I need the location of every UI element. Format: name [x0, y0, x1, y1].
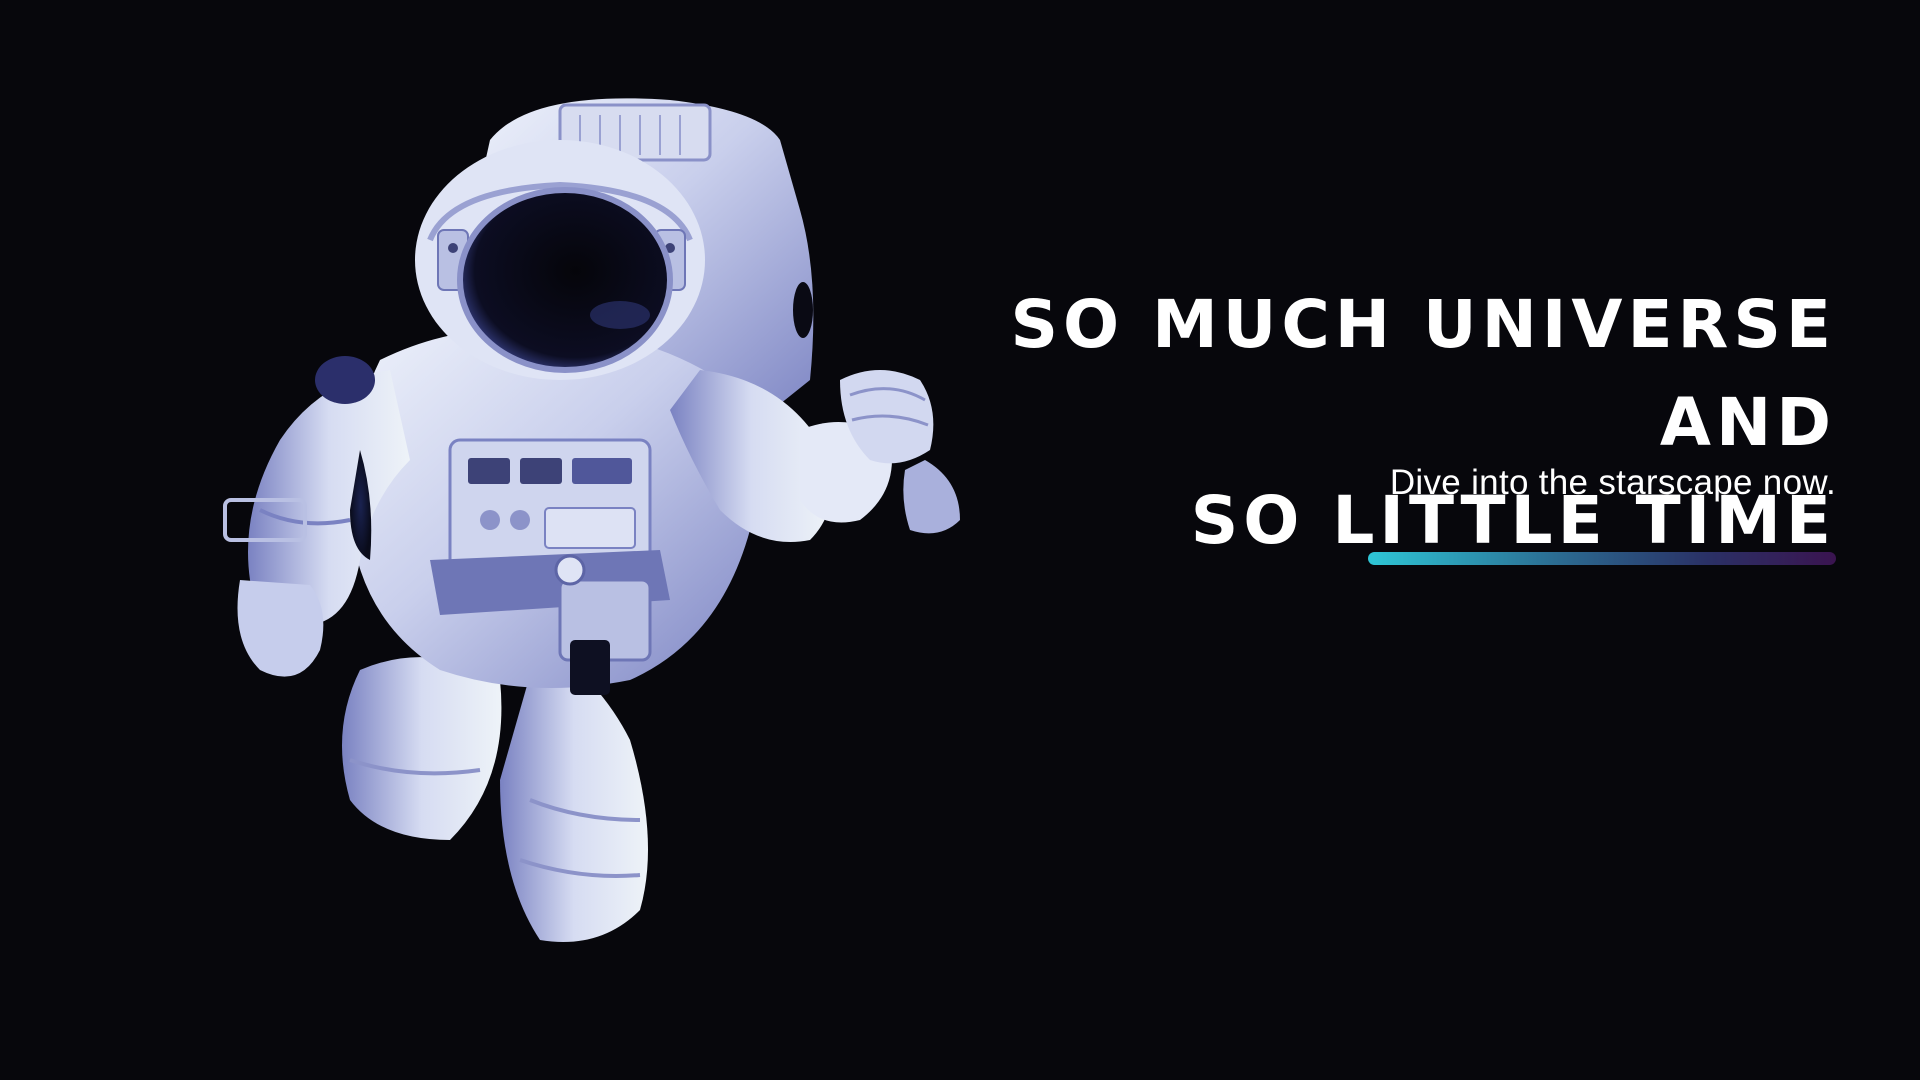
- hero-title-line-1: SO MUCH UNIVERSE AND: [1010, 286, 1836, 462]
- hero-title: SO MUCH UNIVERSE AND SO LITTLE TIME: [836, 276, 1836, 570]
- hero-slide: SO MUCH UNIVERSE AND SO LITTLE TIME Dive…: [0, 0, 1920, 1080]
- accent-gradient-bar: [1368, 552, 1836, 565]
- hero-subtitle: Dive into the starscape now.: [1389, 463, 1836, 502]
